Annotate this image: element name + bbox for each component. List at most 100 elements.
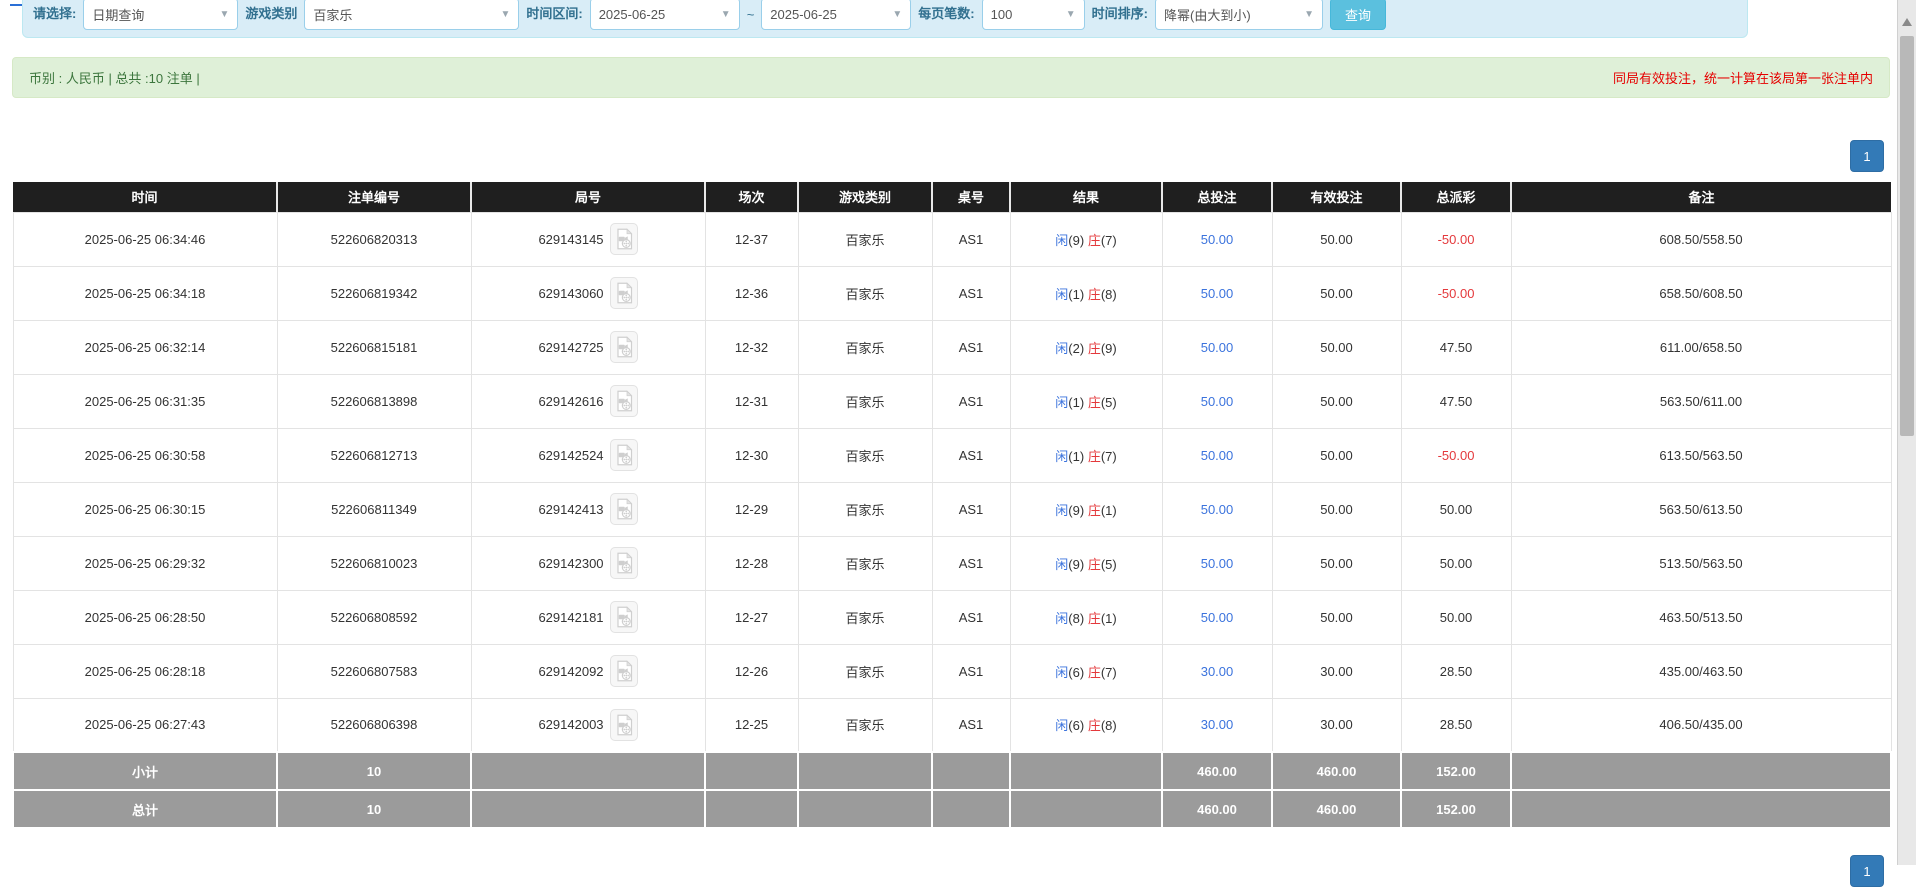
result-player-label: 闲 bbox=[1055, 395, 1068, 410]
cell-result: 闲(9) 庄(5) bbox=[1010, 536, 1162, 590]
result-banker-label: 庄 bbox=[1088, 287, 1101, 302]
pagination-page-1-top[interactable]: 1 bbox=[1850, 140, 1884, 172]
result-player-label: 闲 bbox=[1055, 557, 1068, 572]
cell-remark: 563.50/611.00 bbox=[1511, 374, 1891, 428]
total-bet-link[interactable]: 30.00 bbox=[1201, 717, 1234, 732]
video-file-icon bbox=[615, 714, 633, 736]
cell-bet-id: 522606819342 bbox=[277, 266, 471, 320]
cell-round-id: 629143145 bbox=[471, 212, 705, 266]
cell-round-id: 629142181 bbox=[471, 590, 705, 644]
cell-session: 12-27 bbox=[705, 590, 798, 644]
result-player-label: 闲 bbox=[1055, 287, 1068, 302]
date-mode-select[interactable]: 日期查询 ▼ bbox=[83, 0, 238, 30]
total-bet-link[interactable]: 50.00 bbox=[1201, 448, 1234, 463]
col-header-valid-bet: 有效投注 bbox=[1272, 182, 1401, 212]
cell-total-bet: 50.00 bbox=[1162, 374, 1272, 428]
video-replay-button[interactable] bbox=[610, 493, 638, 525]
result-banker-label: 庄 bbox=[1088, 665, 1101, 680]
cell-total-bet: 50.00 bbox=[1162, 428, 1272, 482]
cell-table-no: AS1 bbox=[932, 266, 1010, 320]
table-row: 2025-06-25 06:30:15 522606811349 6291424… bbox=[13, 482, 1891, 536]
cell-table-no: AS1 bbox=[932, 590, 1010, 644]
col-header-result: 结果 bbox=[1010, 182, 1162, 212]
subtotal-label: 小计 bbox=[13, 752, 277, 790]
total-bet-link[interactable]: 50.00 bbox=[1201, 286, 1234, 301]
page-size-select[interactable]: 100 ▼ bbox=[982, 0, 1085, 30]
video-file-icon bbox=[615, 390, 633, 412]
cell-result: 闲(2) 庄(9) bbox=[1010, 320, 1162, 374]
total-bet-link[interactable]: 50.00 bbox=[1201, 394, 1234, 409]
table-header: 时间 注单编号 局号 场次 游戏类别 桌号 结果 总投注 有效投注 总派彩 备注 bbox=[13, 182, 1891, 212]
result-player-label: 闲 bbox=[1055, 665, 1068, 680]
cell-session: 12-25 bbox=[705, 698, 798, 752]
cell-time: 2025-06-25 06:29:32 bbox=[13, 536, 277, 590]
video-replay-button[interactable] bbox=[610, 331, 638, 363]
result-banker-label: 庄 bbox=[1088, 718, 1101, 733]
video-replay-button[interactable] bbox=[610, 655, 638, 687]
cell-table-no: AS1 bbox=[932, 374, 1010, 428]
video-replay-button[interactable] bbox=[610, 709, 638, 741]
subtotal-valid-bet: 460.00 bbox=[1272, 752, 1401, 790]
scrollbar-thumb[interactable] bbox=[1900, 36, 1914, 436]
cell-remark: 611.00/658.50 bbox=[1511, 320, 1891, 374]
cell-table-no: AS1 bbox=[932, 536, 1010, 590]
cell-round-id: 629142725 bbox=[471, 320, 705, 374]
col-header-time: 时间 bbox=[13, 182, 277, 212]
cell-round-id: 629142300 bbox=[471, 536, 705, 590]
cell-time: 2025-06-25 06:30:58 bbox=[13, 428, 277, 482]
cell-total-bet: 30.00 bbox=[1162, 698, 1272, 752]
total-bet-link[interactable]: 50.00 bbox=[1201, 232, 1234, 247]
cell-payout: 50.00 bbox=[1401, 482, 1511, 536]
video-replay-button[interactable] bbox=[610, 601, 638, 633]
cell-valid-bet: 50.00 bbox=[1272, 590, 1401, 644]
result-banker-label: 庄 bbox=[1088, 557, 1101, 572]
cell-session: 12-29 bbox=[705, 482, 798, 536]
video-replay-button[interactable] bbox=[610, 277, 638, 309]
cell-valid-bet: 50.00 bbox=[1272, 482, 1401, 536]
sort-select[interactable]: 降幂(由大到小) ▼ bbox=[1155, 0, 1323, 30]
total-total-bet: 460.00 bbox=[1162, 790, 1272, 828]
summary-currency-count: 币别 : 人民币 | 总共 :10 注单 | bbox=[29, 68, 200, 87]
cell-bet-id: 522606815181 bbox=[277, 320, 471, 374]
query-button[interactable]: 查询 bbox=[1330, 0, 1386, 30]
subtotal-total-bet: 460.00 bbox=[1162, 752, 1272, 790]
result-player-label: 闲 bbox=[1055, 611, 1068, 626]
cell-payout: -50.00 bbox=[1401, 212, 1511, 266]
cell-table-no: AS1 bbox=[932, 212, 1010, 266]
game-type-select[interactable]: 百家乐 ▼ bbox=[304, 0, 519, 30]
total-bet-link[interactable]: 50.00 bbox=[1201, 610, 1234, 625]
subtotal-count: 10 bbox=[277, 752, 471, 790]
cell-payout: 47.50 bbox=[1401, 320, 1511, 374]
cell-game-type: 百家乐 bbox=[798, 590, 932, 644]
total-bet-link[interactable]: 50.00 bbox=[1201, 502, 1234, 517]
cell-table-no: AS1 bbox=[932, 428, 1010, 482]
video-file-icon bbox=[615, 660, 633, 682]
table-row: 2025-06-25 06:31:35 522606813898 6291426… bbox=[13, 374, 1891, 428]
cell-game-type: 百家乐 bbox=[798, 374, 932, 428]
vertical-scrollbar[interactable] bbox=[1897, 0, 1916, 865]
select-label: 请选择: bbox=[33, 3, 76, 30]
total-bet-link[interactable]: 50.00 bbox=[1201, 556, 1234, 571]
total-bet-link[interactable]: 50.00 bbox=[1201, 340, 1234, 355]
video-replay-button[interactable] bbox=[610, 439, 638, 471]
cell-table-no: AS1 bbox=[932, 698, 1010, 752]
cell-result: 闲(9) 庄(7) bbox=[1010, 212, 1162, 266]
result-player-label: 闲 bbox=[1055, 341, 1068, 356]
video-replay-button[interactable] bbox=[610, 547, 638, 579]
cell-total-bet: 30.00 bbox=[1162, 644, 1272, 698]
cell-game-type: 百家乐 bbox=[798, 212, 932, 266]
date-from-select[interactable]: 2025-06-25 ▼ bbox=[590, 0, 740, 30]
tilde-separator: ~ bbox=[747, 7, 755, 30]
cell-time: 2025-06-25 06:34:18 bbox=[13, 266, 277, 320]
arrow-up-icon[interactable] bbox=[1902, 18, 1912, 26]
video-file-icon bbox=[615, 282, 633, 304]
total-bet-link[interactable]: 30.00 bbox=[1201, 664, 1234, 679]
date-to-select[interactable]: 2025-06-25 ▼ bbox=[761, 0, 911, 30]
table-row: 2025-06-25 06:34:18 522606819342 6291430… bbox=[13, 266, 1891, 320]
cell-round-id: 629143060 bbox=[471, 266, 705, 320]
video-replay-button[interactable] bbox=[610, 223, 638, 255]
video-file-icon bbox=[615, 552, 633, 574]
video-replay-button[interactable] bbox=[610, 385, 638, 417]
cell-time: 2025-06-25 06:27:43 bbox=[13, 698, 277, 752]
pagination-page-1-bottom[interactable]: 1 bbox=[1850, 855, 1884, 887]
